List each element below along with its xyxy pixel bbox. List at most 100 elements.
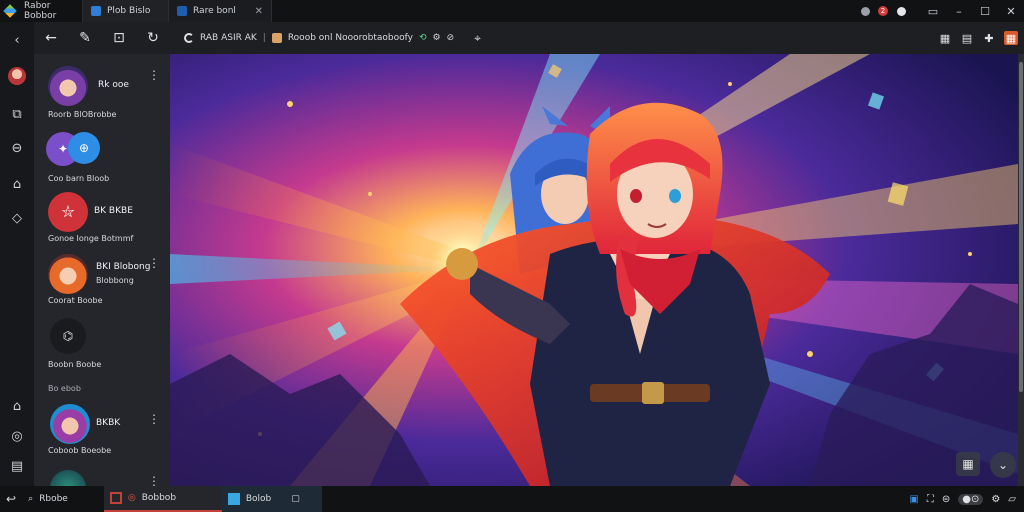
taskbar-label: Rbobe <box>39 494 68 504</box>
avatar <box>48 66 88 106</box>
taskbar-app[interactable]: Bolob ▢ <box>221 486 322 512</box>
tab-app-icon <box>91 6 101 16</box>
list-item[interactable]: Rk ooe ⋮ Roorb BlOBrobbe <box>34 64 170 122</box>
notification-icon[interactable]: 2 <box>874 0 892 22</box>
cart-icon[interactable]: ⊡ <box>102 22 136 54</box>
target-icon[interactable]: ◎ <box>0 422 34 450</box>
list-item[interactable]: ⌬ Boobn Boobe <box>34 316 170 374</box>
tab-label: Rare bonl <box>193 6 236 16</box>
gift-icon[interactable]: ✚ <box>982 31 996 45</box>
item-subtitle: Coorat Boobe <box>48 296 103 305</box>
maximize-icon[interactable]: ☐ <box>972 0 998 22</box>
avatar <box>50 470 86 486</box>
tab-app-icon <box>177 6 187 16</box>
translate-icon[interactable]: ⟲ <box>419 33 427 43</box>
item-subtitle: Roorb BlOBrobbe <box>48 110 117 119</box>
tag-icon[interactable]: ◇ <box>0 204 34 232</box>
window-icon: ▢ <box>291 494 300 504</box>
item-subtitle: Coo barn Bloob <box>48 174 110 183</box>
taskbar-label: Bolob <box>245 494 272 504</box>
sidebar: Rk ooe ⋮ Roorb BlOBrobbe ✦ ⊕ Coo barn Bl… <box>34 54 170 486</box>
calendar-icon[interactable]: ▦ <box>1004 31 1018 45</box>
refresh-icon[interactable]: ↻ <box>136 22 170 54</box>
tray-settings-icon[interactable]: ⚙ <box>991 494 1000 505</box>
menu-icon[interactable]: ▭ <box>920 0 946 22</box>
avatar <box>50 404 90 444</box>
grid-view-icon[interactable]: ▦ <box>956 452 980 476</box>
pin-window-icon[interactable]: ⌖ <box>474 31 481 46</box>
list-item[interactable]: ⋮ <box>34 468 170 486</box>
app-icon <box>109 492 122 504</box>
avatar: ⛦ <box>48 192 88 232</box>
pin-icon[interactable]: ✎ <box>68 22 102 54</box>
tab-second[interactable]: Plob Bislo <box>82 0 168 22</box>
list-item[interactable]: ⛦ BK BKBE Gonoe Ionge Botmmf <box>34 190 170 248</box>
minimize-icon[interactable]: – <box>946 0 972 22</box>
item-name: Rk ooe <box>98 80 129 90</box>
item-name: BK BKBE <box>94 206 133 216</box>
anime-illustration <box>170 54 1018 486</box>
collapse-icon[interactable]: ‹ <box>0 26 34 54</box>
taskbar-label: Bobbob <box>141 493 177 503</box>
item-subtitle-secondary: Blobbong <box>96 276 134 285</box>
section-label: Bo ebob <box>48 384 81 393</box>
main-artwork <box>170 54 1018 486</box>
tab-third[interactable]: Rare bonl ✕ <box>168 0 272 22</box>
tray-record-icon[interactable]: ●⊙ <box>958 493 984 505</box>
collapse-panel-icon[interactable]: ⌄ <box>990 452 1016 478</box>
list-item[interactable]: BKI Blobong Blobbong ⋮ Coorat Boobe <box>34 252 170 312</box>
address-title: RAB ASIR AK <box>200 33 257 43</box>
item-subtitle: Boobn Boobe <box>48 360 102 369</box>
close-window-icon[interactable]: ✕ <box>998 0 1024 22</box>
scrollbar[interactable] <box>1018 54 1024 486</box>
tab-label: Rabor Bobbor <box>24 1 57 21</box>
search-icon: ⌕ <box>28 494 34 504</box>
home-icon[interactable]: ⌂ <box>0 392 34 420</box>
messages-icon[interactable]: ⊖ <box>0 134 34 162</box>
tab-label: Plob Bislo <box>107 6 151 16</box>
toolbar: ← ✎ ⊡ ↻ RAB ASIR AK | Rooob onl Nooorobt… <box>34 22 1024 54</box>
layout-icon[interactable]: ▤ <box>0 452 34 480</box>
site-icon <box>184 33 194 43</box>
app-logo <box>0 0 20 22</box>
gamepad-icon: ⌬ <box>50 318 86 354</box>
avatar: ⊕ <box>68 132 100 164</box>
item-subtitle: Coboob Boeobe <box>48 446 112 455</box>
tray-app-icon[interactable]: ▣ <box>909 494 918 505</box>
close-tab-icon[interactable]: ✕ <box>255 6 263 17</box>
record-icon: ◎ <box>127 493 136 503</box>
notes-icon[interactable]: ▤ <box>960 31 974 45</box>
taskbar-app[interactable]: ◎ Bobbob <box>103 486 222 512</box>
explore-icon[interactable]: ⌂ <box>0 170 34 198</box>
title-bar: Rabor Bobbor Plob Bislo Rare bonl ✕ 2 ▭ … <box>0 0 1024 22</box>
library-icon[interactable]: ⧉ <box>0 100 34 128</box>
more-icon[interactable]: ⋮ <box>148 257 160 269</box>
taskbar-back-icon[interactable]: ↩ <box>0 486 22 512</box>
item-name: BKI Blobong <box>96 262 151 272</box>
favicon-icon <box>271 33 282 43</box>
avatar <box>48 254 88 294</box>
taskbar: ↩ ⌕ Rbobe ◎ Bobbob Bolob ▢ ▣ ⛶ ⊜ ●⊙ ⚙ ▱ <box>0 486 1024 512</box>
address-bar[interactable]: RAB ASIR AK | Rooob onl Nooorobtaoboofy … <box>184 33 454 43</box>
tray-network-icon[interactable]: ⛶ <box>927 494 934 505</box>
tray-notification-icon[interactable]: ▱ <box>1008 494 1016 505</box>
more-icon[interactable]: ⋮ <box>148 413 160 425</box>
taskbar-search[interactable]: ⌕ Rbobe <box>22 486 74 512</box>
list-item[interactable]: ✦ ⊕ Coo barn Bloob <box>34 130 170 184</box>
list-item[interactable]: BKBK ⋮ Coboob Boeobe <box>34 402 170 460</box>
app-icon <box>227 493 240 505</box>
settings-icon[interactable] <box>856 0 874 22</box>
tray-sound-icon[interactable]: ⊜ <box>942 494 950 505</box>
more-icon[interactable]: ⋮ <box>148 475 160 486</box>
account-icon[interactable] <box>892 0 910 22</box>
left-rail: ‹ ⧉ ⊖ ⌂ ◇ ⌂ ◎ ▤ <box>0 22 34 486</box>
item-name: BKBK <box>96 418 121 428</box>
share-icon[interactable]: ⊘ <box>447 33 455 43</box>
address-text: Rooob onl Nooorobtaoboofy <box>287 33 413 43</box>
more-icon[interactable]: ⋮ <box>148 69 160 81</box>
profile-avatar[interactable] <box>0 62 34 90</box>
settings-icon[interactable]: ⚙ <box>432 33 440 43</box>
back-arrow-icon[interactable]: ← <box>34 22 68 54</box>
tab-home[interactable]: Rabor Bobbor <box>20 0 82 22</box>
grid-icon[interactable]: ▦ <box>938 31 952 45</box>
